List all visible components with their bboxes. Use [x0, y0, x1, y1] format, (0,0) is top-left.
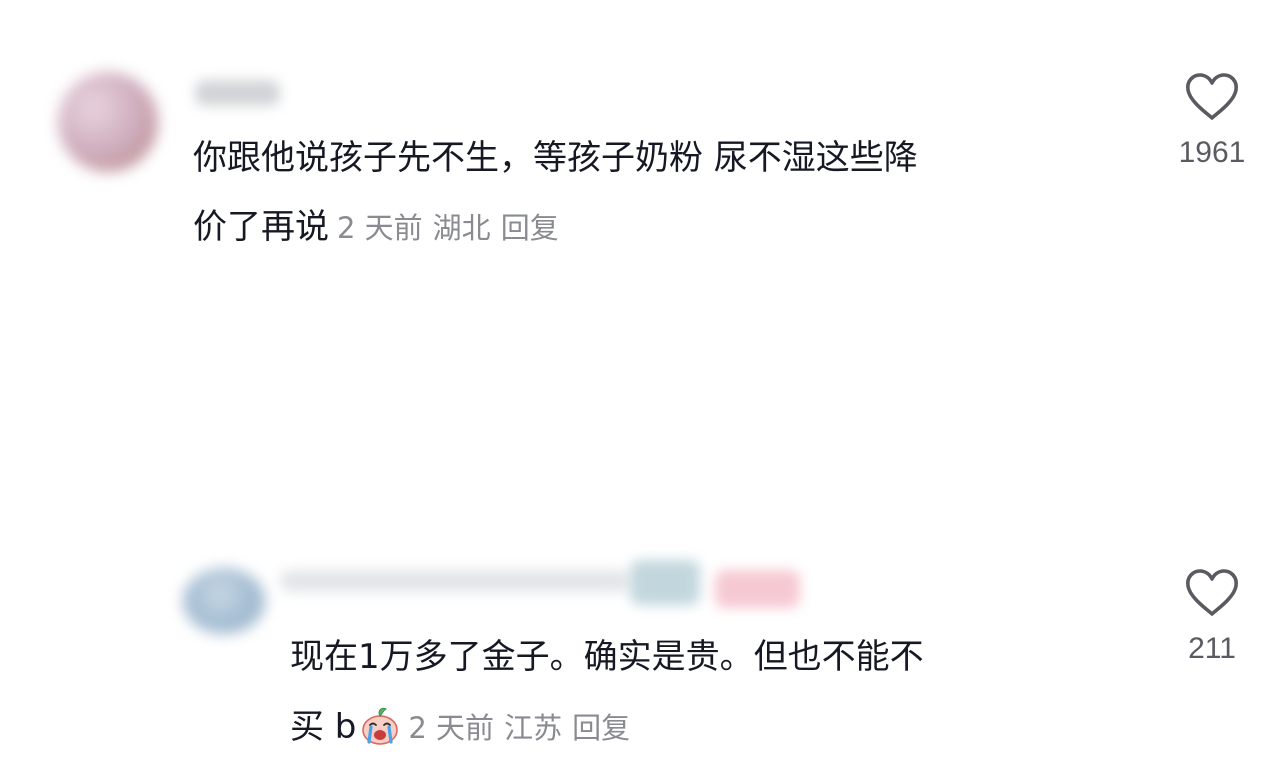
username-blurred[interactable] [280, 570, 630, 592]
comment-text-line-2: 买 b 2 天前 江苏 回复 [290, 698, 630, 757]
avatar[interactable] [183, 568, 265, 634]
like-count: 211 [1188, 632, 1236, 665]
comment-text-line-2: 价了再说 2 天前 湖北 回复 [193, 198, 559, 257]
reply-comment-item: 现在1万多了金子。确实是贵。但也不能不 买 b 2 天前 江苏 回复 211 [0, 270, 1265, 747]
username-blurred-part [715, 570, 800, 608]
like-count: 1961 [1178, 136, 1246, 169]
comment-location: 湖北 [432, 211, 491, 245]
comment-time: 2 天前 [337, 211, 423, 245]
username-blurred-part [630, 560, 700, 605]
crying-peach-emoji [362, 707, 399, 745]
comment-item: 你跟他说孩子先不生，等孩子奶粉 尿不湿这些降 价了再说 2 天前 湖北 回复 1961 [0, 0, 1265, 270]
heart-outline-icon[interactable] [1184, 568, 1240, 618]
comment-location: 江苏 [504, 711, 563, 745]
comment-meta: 2 天前 江苏 回复 [408, 711, 630, 745]
reply-button[interactable]: 回复 [501, 211, 559, 245]
comment-text: 价了再说 [193, 207, 329, 247]
comment-text-line: 现在1万多了金子。确实是贵。但也不能不 [290, 637, 924, 677]
comment-meta: 2 天前 湖北 回复 [337, 211, 559, 245]
avatar[interactable] [58, 72, 158, 172]
heart-outline-icon[interactable] [1184, 72, 1240, 122]
comment-text-line: 你跟他说孩子先不生，等孩子奶粉 尿不湿这些降 [193, 138, 918, 178]
reply-button[interactable]: 回复 [572, 711, 630, 745]
like-control[interactable]: 211 [1172, 568, 1252, 666]
comment-text: 买 b [290, 707, 357, 747]
comment-time: 2 天前 [408, 711, 495, 745]
username-blurred[interactable] [195, 80, 280, 106]
like-control[interactable]: 1961 [1172, 72, 1252, 170]
